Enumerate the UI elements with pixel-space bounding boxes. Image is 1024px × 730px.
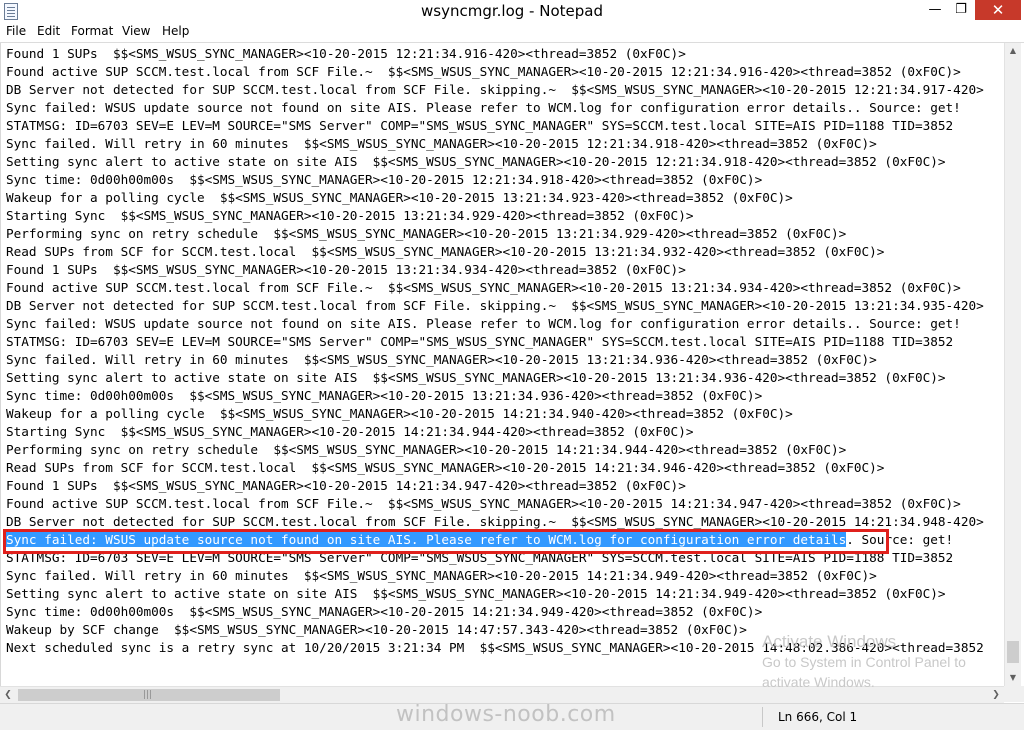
log-line: Sync failed: WSUS update source not foun… xyxy=(6,100,961,115)
log-line: DB Server not detected for SUP SCCM.test… xyxy=(6,298,984,313)
text-editor[interactable]: Found 1 SUPs $$<SMS_WSUS_SYNC_MANAGER><1… xyxy=(0,43,1005,686)
log-line: Found active SUP SCCM.test.local from SC… xyxy=(6,496,961,511)
menu-format[interactable]: Format xyxy=(71,24,113,38)
scrollbar-corner xyxy=(1004,686,1024,702)
log-line: Read SUPs from SCF for SCCM.test.local $… xyxy=(6,460,885,475)
maximize-button[interactable]: ❐ xyxy=(948,0,974,20)
close-button[interactable]: ✕ xyxy=(975,0,1021,20)
activate-line-1: Go to System in Control Panel to xyxy=(762,654,966,670)
log-line: Performing sync on retry schedule $$<SMS… xyxy=(6,442,847,457)
minimize-button[interactable]: — xyxy=(922,0,948,20)
log-line: Sync time: 0d00h00m00s $$<SMS_WSUS_SYNC_… xyxy=(6,172,763,187)
menu-help[interactable]: Help xyxy=(162,24,189,38)
log-line: STATMSG: ID=6703 SEV=E LEV=M SOURCE="SMS… xyxy=(6,334,954,349)
log-line: Sync time: 0d00h00m00s $$<SMS_WSUS_SYNC_… xyxy=(6,388,763,403)
log-line: Setting sync alert to active state on si… xyxy=(6,154,946,169)
title-bar: wsyncmgr.log - Notepad — ❐ ✕ xyxy=(0,0,1024,23)
log-line: Sync time: 0d00h00m00s $$<SMS_WSUS_SYNC_… xyxy=(6,604,763,619)
menu-view[interactable]: View xyxy=(122,24,150,38)
status-divider xyxy=(762,707,763,727)
site-watermark: windows-noob.com xyxy=(396,702,616,727)
vertical-scrollbar[interactable]: ▲ ▼ xyxy=(1004,43,1021,686)
log-line: Starting Sync $$<SMS_WSUS_SYNC_MANAGER><… xyxy=(6,424,694,439)
highlight-annotation-box xyxy=(3,529,889,554)
activate-line-2: activate Windows. xyxy=(762,674,875,690)
menu-edit[interactable]: Edit xyxy=(37,24,60,38)
log-line: Setting sync alert to active state on si… xyxy=(6,586,946,601)
log-line: STATMSG: ID=6703 SEV=E LEV=M SOURCE="SMS… xyxy=(6,118,954,133)
vertical-scroll-thumb[interactable] xyxy=(1007,641,1019,663)
activate-windows-watermark: Activate Windows Go to System in Control… xyxy=(762,632,1002,692)
activate-title: Activate Windows xyxy=(762,632,897,651)
log-line: DB Server not detected for SUP SCCM.test… xyxy=(6,82,984,97)
log-line: Sync failed. Will retry in 60 minutes $$… xyxy=(6,568,877,583)
log-line: Read SUPs from SCF for SCCM.test.local $… xyxy=(6,244,885,259)
log-line: Wakeup for a polling cycle $$<SMS_WSUS_S… xyxy=(6,406,793,421)
log-line: Sync failed. Will retry in 60 minutes $$… xyxy=(6,352,877,367)
scroll-up-icon[interactable]: ▲ xyxy=(1005,43,1021,59)
log-line: Sync failed. Will retry in 60 minutes $$… xyxy=(6,136,877,151)
log-line: Wakeup for a polling cycle $$<SMS_WSUS_S… xyxy=(6,190,793,205)
scroll-left-icon[interactable]: ❮ xyxy=(0,687,16,703)
log-line: Starting Sync $$<SMS_WSUS_SYNC_MANAGER><… xyxy=(6,208,694,223)
scroll-down-icon[interactable]: ▼ xyxy=(1005,670,1021,686)
log-line: Found 1 SUPs $$<SMS_WSUS_SYNC_MANAGER><1… xyxy=(6,478,686,493)
menu-bar: File Edit Format View Help xyxy=(0,22,1024,43)
scroll-grip-icon: ||| xyxy=(143,690,153,700)
log-line: Wakeup by SCF change $$<SMS_WSUS_SYNC_MA… xyxy=(6,622,747,637)
window-title: wsyncmgr.log - Notepad xyxy=(421,2,603,20)
log-line: Found active SUP SCCM.test.local from SC… xyxy=(6,64,961,79)
menu-file[interactable]: File xyxy=(6,24,26,38)
log-line: Setting sync alert to active state on si… xyxy=(6,370,946,385)
log-line: Found 1 SUPs $$<SMS_WSUS_SYNC_MANAGER><1… xyxy=(6,46,686,61)
cursor-position: Ln 666, Col 1 xyxy=(778,710,858,724)
log-line: Found active SUP SCCM.test.local from SC… xyxy=(6,280,961,295)
log-line: Found 1 SUPs $$<SMS_WSUS_SYNC_MANAGER><1… xyxy=(6,262,686,277)
log-line: Sync failed: WSUS update source not foun… xyxy=(6,316,961,331)
log-line: Performing sync on retry schedule $$<SMS… xyxy=(6,226,847,241)
